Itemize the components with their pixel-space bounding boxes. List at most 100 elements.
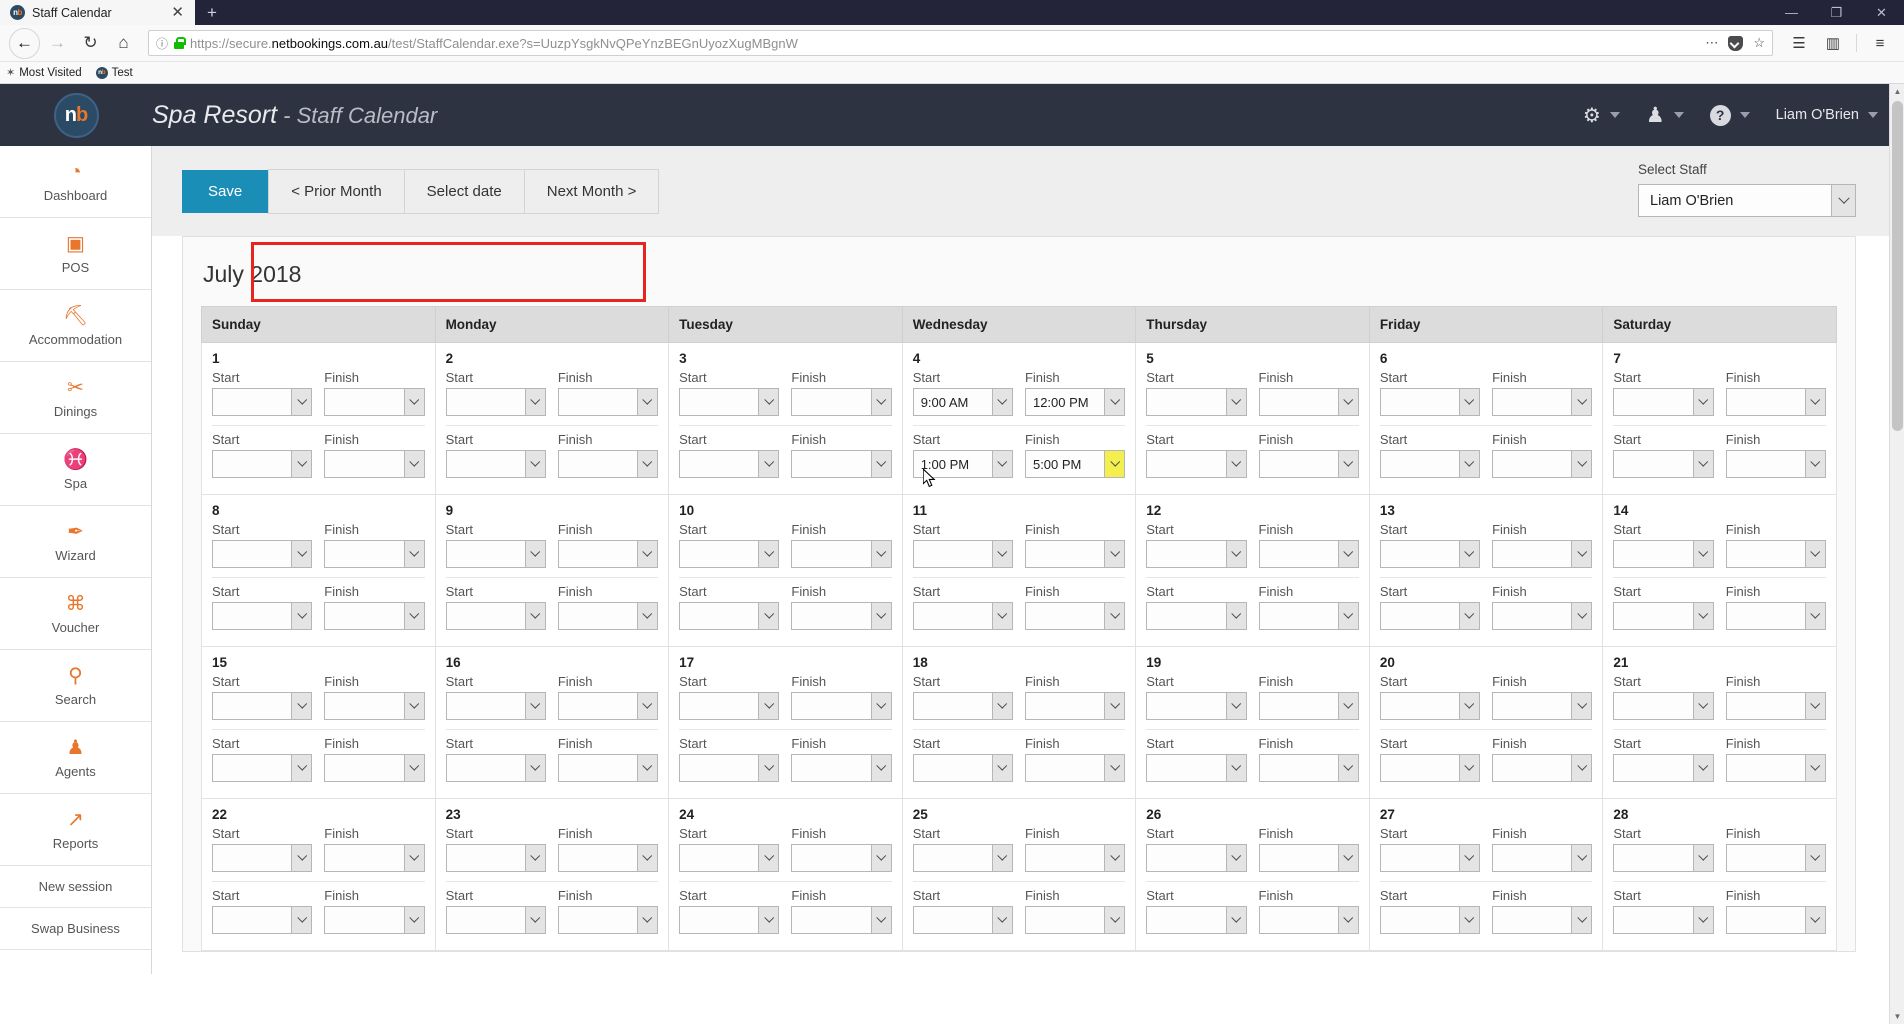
start-time-select[interactable] xyxy=(212,450,313,478)
chevron-down-icon[interactable] xyxy=(403,907,424,933)
start-time-select[interactable] xyxy=(1146,692,1247,720)
finish-time-select[interactable] xyxy=(1258,754,1359,782)
chevron-down-icon[interactable] xyxy=(1337,541,1358,567)
sidebar-item-dinings[interactable]: ✂ Dinings xyxy=(0,362,151,434)
finish-time-select[interactable] xyxy=(324,844,425,872)
start-time-select[interactable] xyxy=(445,844,546,872)
finish-time-select[interactable] xyxy=(791,754,892,782)
chevron-down-icon[interactable] xyxy=(291,755,312,781)
finish-time-select[interactable] xyxy=(1258,388,1359,416)
chevron-down-icon[interactable] xyxy=(1225,845,1246,871)
chevron-down-icon[interactable] xyxy=(1337,845,1358,871)
chevron-down-icon[interactable] xyxy=(1805,451,1825,477)
user-menu[interactable]: Liam O'Brien xyxy=(1776,107,1878,123)
chevron-down-icon[interactable] xyxy=(637,451,658,477)
chevron-down-icon[interactable] xyxy=(1831,185,1855,216)
chevron-down-icon[interactable] xyxy=(870,845,891,871)
finish-time-select[interactable] xyxy=(557,602,659,630)
close-icon[interactable]: ✕ xyxy=(168,5,187,20)
chevron-down-icon[interactable] xyxy=(1805,541,1825,567)
page-actions-icon[interactable]: ⋯ xyxy=(1705,35,1718,51)
finish-time-select[interactable] xyxy=(1258,906,1359,934)
chevron-down-icon[interactable] xyxy=(1571,907,1592,933)
chevron-down-icon[interactable] xyxy=(991,389,1012,415)
chevron-down-icon[interactable] xyxy=(758,389,779,415)
finish-time-select[interactable] xyxy=(1258,692,1359,720)
chevron-down-icon[interactable] xyxy=(1225,693,1246,719)
chevron-down-icon[interactable] xyxy=(758,451,779,477)
finish-time-select[interactable] xyxy=(1024,602,1126,630)
chevron-down-icon[interactable] xyxy=(637,389,658,415)
chevron-down-icon[interactable] xyxy=(870,755,891,781)
finish-time-select[interactable]: 12:00 PM xyxy=(1024,388,1126,416)
sidebar-item-search[interactable]: ⚲ Search xyxy=(0,650,151,722)
start-time-select[interactable] xyxy=(912,692,1013,720)
chevron-down-icon[interactable] xyxy=(1805,603,1825,629)
finish-time-select[interactable] xyxy=(1492,906,1593,934)
chevron-down-icon[interactable] xyxy=(1692,451,1713,477)
start-time-select[interactable] xyxy=(1613,540,1714,568)
finish-time-select[interactable] xyxy=(324,540,425,568)
finish-time-select[interactable] xyxy=(557,388,659,416)
chevron-down-icon[interactable] xyxy=(1692,755,1713,781)
start-time-select[interactable] xyxy=(445,450,546,478)
chevron-down-icon[interactable] xyxy=(1337,755,1358,781)
chevron-down-icon[interactable] xyxy=(991,451,1012,477)
finish-time-select[interactable] xyxy=(557,450,659,478)
library-icon[interactable]: ☰ xyxy=(1784,28,1814,58)
start-time-select[interactable] xyxy=(1146,602,1247,630)
chevron-down-icon[interactable] xyxy=(403,603,424,629)
start-time-select[interactable] xyxy=(912,906,1013,934)
chevron-down-icon[interactable] xyxy=(524,693,545,719)
chevron-down-icon[interactable] xyxy=(1805,693,1825,719)
scroll-up-icon[interactable]: ▲ xyxy=(1890,84,1904,99)
finish-time-select[interactable] xyxy=(791,692,892,720)
chevron-down-icon[interactable] xyxy=(1692,907,1713,933)
finish-time-select[interactable] xyxy=(791,602,892,630)
start-time-select[interactable] xyxy=(212,906,313,934)
finish-time-select[interactable] xyxy=(791,844,892,872)
start-time-select[interactable] xyxy=(1146,388,1247,416)
staff-select[interactable]: Liam O'Brien xyxy=(1638,184,1856,217)
next-month-button[interactable]: Next Month > xyxy=(524,168,660,214)
start-time-select[interactable] xyxy=(212,388,313,416)
pocket-icon[interactable] xyxy=(1728,35,1744,51)
start-time-select[interactable] xyxy=(212,602,313,630)
chevron-down-icon[interactable] xyxy=(403,541,424,567)
finish-time-select[interactable] xyxy=(1725,450,1826,478)
chevron-down-icon[interactable] xyxy=(637,541,658,567)
finish-time-select[interactable] xyxy=(1492,692,1593,720)
finish-time-select[interactable] xyxy=(1024,844,1126,872)
start-time-select[interactable] xyxy=(1613,906,1714,934)
start-time-select[interactable] xyxy=(212,754,313,782)
finish-time-select[interactable] xyxy=(1024,540,1126,568)
start-time-select[interactable] xyxy=(445,388,546,416)
sidebar-icon[interactable]: ▥ xyxy=(1818,28,1848,58)
chevron-down-icon[interactable] xyxy=(1805,845,1825,871)
chevron-down-icon[interactable] xyxy=(1459,451,1480,477)
start-time-select[interactable] xyxy=(1146,450,1247,478)
chevron-down-icon[interactable] xyxy=(403,845,424,871)
finish-time-select[interactable] xyxy=(1725,692,1826,720)
sidebar-item-accommodation[interactable]: ⛏ Accommodation xyxy=(0,290,151,362)
back-icon[interactable]: ← xyxy=(9,27,40,59)
start-time-select[interactable] xyxy=(212,540,313,568)
sidebar-item-reports[interactable]: ↗ Reports xyxy=(0,794,151,866)
chevron-down-icon[interactable] xyxy=(1225,389,1246,415)
chevron-down-icon[interactable] xyxy=(1104,693,1125,719)
chevron-down-icon[interactable] xyxy=(870,603,891,629)
chevron-down-icon[interactable] xyxy=(291,389,312,415)
bookmark-test[interactable]: nb Test xyxy=(95,66,133,79)
start-time-select[interactable] xyxy=(679,602,780,630)
chevron-down-icon[interactable] xyxy=(1459,907,1480,933)
finish-time-select[interactable] xyxy=(324,754,425,782)
chevron-down-icon[interactable] xyxy=(1104,451,1125,477)
chevron-down-icon[interactable] xyxy=(291,693,312,719)
start-time-select[interactable] xyxy=(1379,844,1481,872)
home-icon[interactable]: ⌂ xyxy=(108,28,139,59)
chevron-down-icon[interactable] xyxy=(1225,541,1246,567)
sidebar-item-voucher[interactable]: ⌘ Voucher xyxy=(0,578,151,650)
start-time-select[interactable] xyxy=(1379,692,1481,720)
finish-time-select[interactable] xyxy=(1725,754,1826,782)
site-info-icon[interactable]: ⓘ xyxy=(156,35,168,52)
